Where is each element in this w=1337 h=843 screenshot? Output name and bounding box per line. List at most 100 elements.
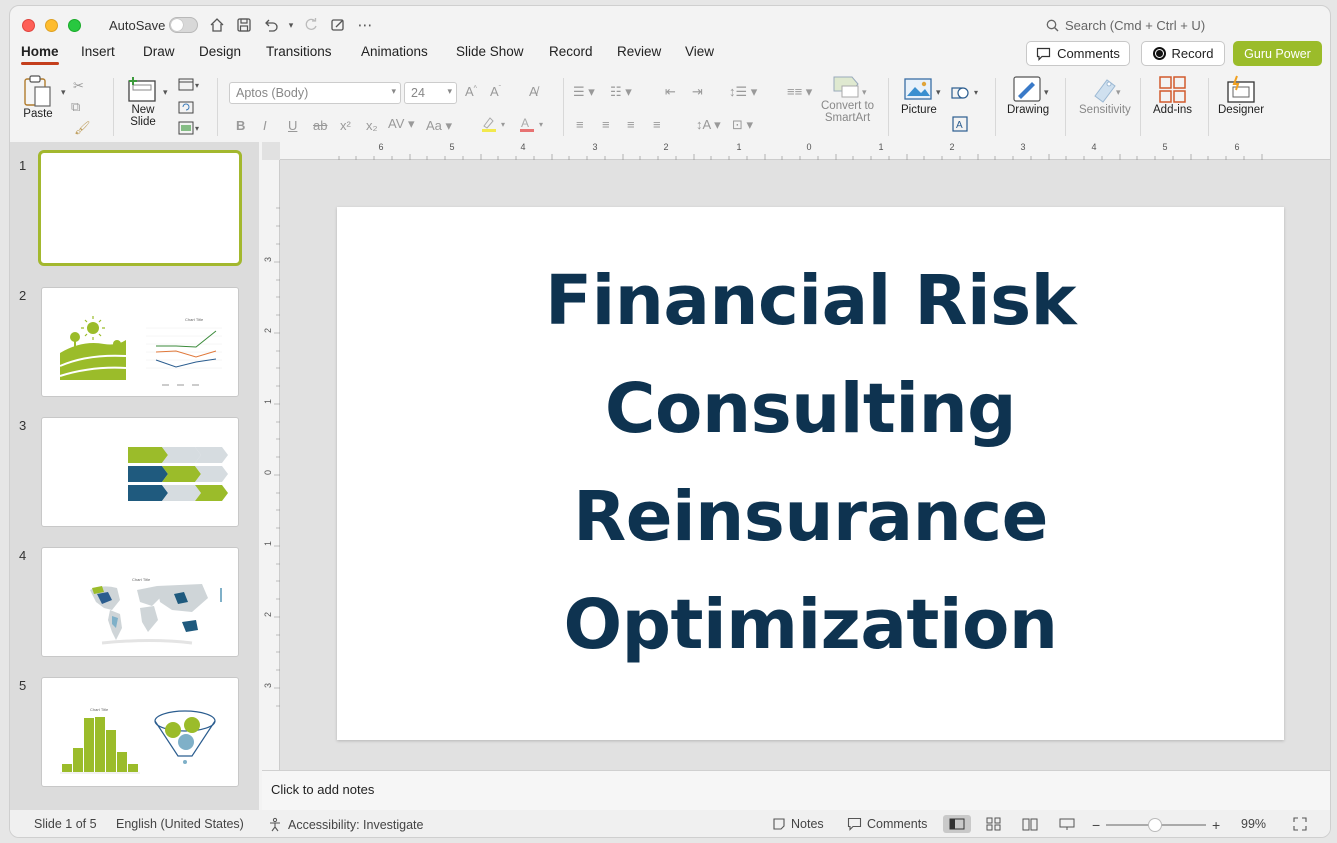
tab-home[interactable]: Home: [21, 44, 59, 65]
normal-view-icon: [949, 818, 965, 830]
align-left-icon[interactable]: ≡: [576, 117, 584, 132]
tab-record[interactable]: Record: [549, 44, 593, 59]
columns-icon[interactable]: ≡≡ ▾: [787, 84, 812, 100]
format-painter-icon[interactable]: 🖌: [74, 120, 91, 136]
comments-toggle[interactable]: Comments: [847, 817, 927, 831]
sensitivity-button[interactable]: Sensitivity: [1079, 74, 1131, 116]
text-box-icon[interactable]: A: [951, 115, 969, 136]
zoom-level[interactable]: 99%: [1241, 817, 1266, 831]
more-options-icon[interactable]: ⋯: [354, 14, 376, 36]
copy-icon[interactable]: ⧉: [71, 99, 80, 115]
undo-dropdown-icon[interactable]: ▾: [280, 14, 302, 36]
slide-sorter-button[interactable]: [980, 815, 1008, 833]
autosave-toggle[interactable]: [169, 17, 198, 33]
guru-power-button[interactable]: Guru Power: [1233, 41, 1322, 66]
tab-draw[interactable]: Draw: [143, 44, 175, 59]
tab-slide-show[interactable]: Slide Show: [456, 44, 524, 59]
customize-icon[interactable]: [327, 14, 349, 36]
thumbnail-slide-2[interactable]: Chart Title: [41, 287, 239, 397]
character-spacing-icon[interactable]: AV ▾: [388, 116, 415, 132]
search-box[interactable]: Search (Cmd + Ctrl + U): [1046, 18, 1205, 33]
convert-dropdown-icon[interactable]: ▾: [862, 87, 867, 98]
slide-canvas[interactable]: Financial Risk Consulting Reinsurance Op…: [337, 207, 1284, 740]
decrease-font-icon[interactable]: Aˇ: [490, 84, 501, 99]
tab-view[interactable]: View: [685, 44, 714, 59]
drawing-button[interactable]: Drawing: [1007, 74, 1049, 116]
tab-animations[interactable]: Animations: [361, 44, 428, 59]
increase-font-icon[interactable]: A^: [465, 84, 477, 99]
thumbnail-slide-3[interactable]: [41, 417, 239, 527]
save-icon[interactable]: [233, 14, 255, 36]
zoom-slider-thumb[interactable]: [1148, 818, 1162, 832]
bold-icon[interactable]: B: [236, 118, 245, 133]
comments-button[interactable]: Comments: [1026, 41, 1130, 66]
increase-indent-icon[interactable]: ⇥: [692, 84, 703, 100]
subscript-icon[interactable]: x₂: [366, 118, 378, 133]
clear-formatting-icon[interactable]: A̸: [529, 84, 538, 99]
picture-dropdown-icon[interactable]: ▾: [936, 87, 941, 98]
notes-toggle[interactable]: Notes: [772, 817, 824, 831]
justify-icon[interactable]: ≡: [653, 117, 661, 132]
new-slide-button[interactable]: New Slide: [127, 74, 159, 128]
cut-icon[interactable]: ✂: [73, 78, 84, 94]
language-status[interactable]: English (United States): [116, 817, 244, 831]
record-button[interactable]: Record: [1141, 41, 1225, 66]
presenter-view-button[interactable]: [1053, 815, 1081, 833]
align-right-icon[interactable]: ≡: [627, 117, 635, 132]
paste-button[interactable]: Paste: [22, 74, 54, 120]
layout-icon[interactable]: ▾: [178, 78, 202, 95]
zoom-in-button[interactable]: +: [1212, 817, 1220, 833]
tab-transitions[interactable]: Transitions: [266, 44, 332, 59]
underline-icon[interactable]: U: [288, 118, 297, 133]
notes-pane[interactable]: Click to add notes: [262, 770, 1330, 810]
close-window-button[interactable]: [22, 19, 35, 32]
text-direction-icon[interactable]: ↕A ▾: [696, 117, 721, 133]
thumbnail-slide-1[interactable]: [38, 150, 242, 266]
slide-title[interactable]: Financial Risk Consulting Reinsurance Op…: [337, 247, 1284, 679]
tab-design[interactable]: Design: [199, 44, 241, 59]
align-center-icon[interactable]: ≡: [602, 117, 610, 132]
strikethrough-icon[interactable]: ab: [313, 118, 327, 133]
section-icon[interactable]: ▾: [178, 121, 202, 138]
fit-slide-button[interactable]: [1286, 815, 1314, 833]
italic-icon[interactable]: I: [263, 118, 267, 133]
decrease-indent-icon[interactable]: ⇤: [665, 84, 676, 100]
accessibility-status[interactable]: Accessibility: Investigate: [268, 817, 423, 832]
line-spacing-icon[interactable]: ↕☰ ▾: [729, 84, 757, 100]
paste-dropdown-icon[interactable]: ▾: [61, 87, 66, 98]
superscript-icon[interactable]: x²: [340, 118, 351, 133]
thumbnail-slide-4[interactable]: Chart Title: [41, 547, 239, 657]
reading-view-button[interactable]: [1016, 815, 1044, 833]
addins-button[interactable]: Add-ins: [1153, 74, 1192, 116]
reset-icon[interactable]: [178, 100, 194, 117]
maximize-window-button[interactable]: [68, 19, 81, 32]
bullets-icon[interactable]: ☰ ▾: [573, 84, 595, 100]
font-name-select[interactable]: Aptos (Body) ▾: [229, 82, 401, 104]
align-text-icon[interactable]: ⊡ ▾: [732, 117, 753, 133]
change-case-icon[interactable]: Aa ▾: [426, 118, 452, 134]
thumbnail-chart-title: Chart Title: [90, 707, 109, 712]
zoom-out-button[interactable]: −: [1092, 817, 1100, 833]
sensitivity-dropdown-icon[interactable]: ▾: [1116, 87, 1121, 98]
thumbnail-slide-5[interactable]: Chart Title: [41, 677, 239, 787]
clipboard-icon: [24, 75, 51, 107]
home-icon[interactable]: [206, 14, 228, 36]
convert-smartart-button[interactable]: Convert to SmartArt: [821, 74, 874, 124]
normal-view-button[interactable]: [943, 815, 971, 833]
designer-button[interactable]: Designer: [1218, 74, 1264, 116]
highlight-icon[interactable]: ▾: [480, 116, 510, 135]
font-color-icon[interactable]: A ▾: [518, 116, 548, 135]
tab-review[interactable]: Review: [617, 44, 661, 59]
numbering-icon[interactable]: ☷ ▾: [610, 84, 632, 100]
picture-button[interactable]: Picture: [901, 74, 937, 116]
undo-icon[interactable]: [260, 14, 282, 36]
redo-icon[interactable]: [300, 14, 322, 36]
font-size-select[interactable]: 24 ▾: [404, 82, 457, 104]
shapes-icon[interactable]: ▾: [950, 83, 982, 104]
tab-insert[interactable]: Insert: [81, 44, 115, 59]
minimize-window-button[interactable]: [45, 19, 58, 32]
ruler-h-label: 3: [592, 142, 597, 152]
drawing-dropdown-icon[interactable]: ▾: [1044, 87, 1049, 98]
new-slide-dropdown-icon[interactable]: ▾: [163, 87, 168, 98]
ruler-h-label: 6: [1234, 142, 1239, 152]
